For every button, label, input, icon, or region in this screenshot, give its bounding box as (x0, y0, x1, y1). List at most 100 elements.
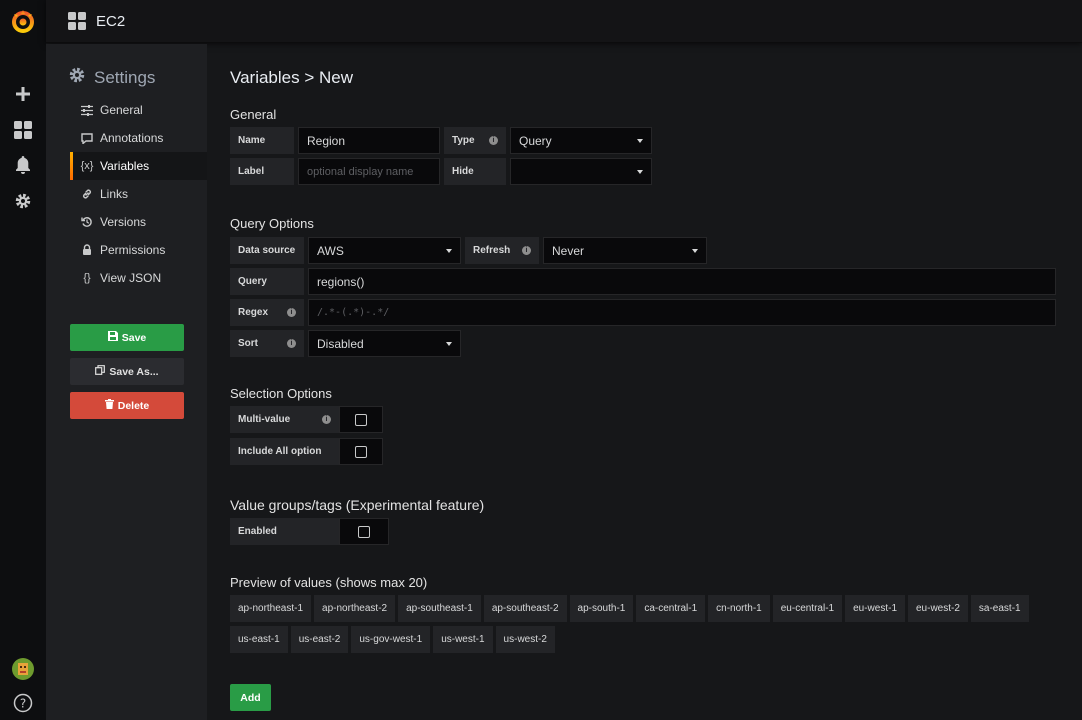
dashboards-grid-icon[interactable] (0, 118, 46, 142)
selection-options-heading: Selection Options (230, 386, 332, 401)
preview-value: eu-west-2 (908, 595, 968, 622)
trash-icon (104, 399, 114, 412)
name-input[interactable]: Region (298, 127, 440, 154)
label-hide-row: Label optional display name Hide (230, 158, 652, 185)
name-label: Name (230, 127, 294, 154)
type-label-text: Type (452, 135, 475, 146)
gear-icon (68, 66, 86, 89)
copy-icon (95, 365, 106, 378)
info-icon[interactable]: i (287, 339, 296, 348)
query-input[interactable]: regions() (308, 268, 1056, 295)
delete-label: Delete (117, 399, 150, 412)
sidebar-item-label: Annotations (100, 131, 164, 145)
save-button[interactable]: Save (70, 324, 184, 351)
hide-label: Hide (444, 158, 506, 185)
grafana-logo-icon[interactable] (0, 6, 46, 36)
sort-value: Disabled (317, 336, 364, 351)
regex-label-text: Regex (238, 307, 269, 318)
regex-input[interactable]: /.*-(.*)-.*/ (308, 299, 1056, 326)
sort-label-text: Sort (238, 338, 258, 349)
preview-value: us-west-2 (495, 626, 555, 653)
regex-label: Regex i (230, 299, 304, 326)
help-icon[interactable]: ? (0, 691, 46, 715)
sidebar-item-annotations[interactable]: Annotations (70, 124, 207, 152)
floppy-disk-icon (107, 331, 118, 344)
query-label: Query (230, 268, 304, 295)
multi-value-label: Multi-value i (230, 406, 339, 433)
json-icon: {} (83, 272, 91, 284)
preview-values-row-2: us-east-1 us-east-2 us-gov-west-1 us-wes… (230, 626, 555, 653)
bell-icon[interactable] (0, 153, 46, 177)
preview-value: us-east-1 (230, 626, 288, 653)
include-all-label: Include All option (230, 438, 339, 465)
svg-text:?: ? (20, 697, 26, 711)
regex-row: Regex i /.*-(.*)-.*/ (230, 299, 1056, 326)
save-as-button[interactable]: Save As... (70, 358, 184, 385)
hide-select[interactable] (510, 158, 652, 185)
caret-down-icon (637, 138, 643, 143)
preview-value: eu-central-1 (772, 595, 843, 622)
comment-icon (80, 132, 94, 144)
sidebar-item-label: View JSON (100, 271, 162, 285)
info-icon[interactable]: i (322, 415, 331, 424)
preview-value: us-gov-west-1 (351, 626, 431, 653)
refresh-select[interactable]: Never (543, 237, 707, 264)
type-select[interactable]: Query (510, 127, 652, 154)
info-icon[interactable]: i (287, 308, 296, 317)
datasource-value: AWS (317, 243, 344, 258)
history-icon (80, 216, 94, 228)
refresh-label-text: Refresh (473, 245, 511, 256)
caret-down-icon (692, 248, 698, 253)
multi-value-checkbox[interactable] (339, 406, 383, 433)
query-options-heading: Query Options (230, 216, 314, 231)
plus-icon[interactable] (0, 82, 46, 106)
settings-sidebar: Settings General Annotations {x} Variabl… (46, 44, 207, 720)
avatar-icon[interactable] (0, 657, 46, 681)
query-label-text: Query (238, 276, 267, 287)
variable-icon: {x} (80, 160, 94, 172)
name-label-text: Name (238, 135, 266, 146)
sidebar-item-label: Links (100, 187, 129, 201)
sidebar-item-variables[interactable]: {x} Variables (70, 152, 207, 180)
settings-nav: General Annotations {x} Variables Links … (70, 96, 207, 292)
preview-value: us-east-2 (290, 626, 349, 653)
enabled-label: Enabled (230, 518, 339, 545)
sort-label: Sort i (230, 330, 304, 357)
enabled-label-text: Enabled (238, 526, 277, 537)
include-all-row: Include All option (230, 438, 383, 465)
settings-heading: Settings (68, 66, 155, 89)
dashboard-title[interactable]: EC2 (96, 13, 125, 30)
sidebar-item-links[interactable]: Links (70, 180, 207, 208)
enabled-checkbox[interactable] (339, 518, 389, 545)
enabled-row: Enabled (230, 518, 389, 545)
caret-down-icon (637, 169, 643, 174)
label-input[interactable]: optional display name (298, 158, 440, 185)
preview-value: cn-north-1 (708, 595, 770, 622)
multi-value-row: Multi-value i (230, 406, 383, 433)
type-value: Query (519, 133, 552, 148)
sort-select[interactable]: Disabled (308, 330, 461, 357)
info-icon[interactable]: i (522, 246, 531, 255)
page-title: Variables > New (230, 68, 353, 87)
datasource-refresh-row: Data source AWS Refresh i Never (230, 237, 707, 264)
caret-down-icon (446, 248, 452, 253)
save-as-label: Save As... (109, 365, 159, 378)
sidebar-item-label: Versions (100, 215, 147, 229)
sidebar-item-general[interactable]: General (70, 96, 207, 124)
sidebar-item-view-json[interactable]: {} View JSON (70, 264, 207, 292)
delete-button[interactable]: Delete (70, 392, 184, 419)
preview-value: ap-northeast-2 (314, 595, 396, 622)
refresh-value: Never (552, 243, 585, 258)
top-navbar: EC2 (46, 0, 1082, 43)
include-all-checkbox[interactable] (339, 438, 383, 465)
link-icon (80, 188, 94, 200)
sidebar-item-versions[interactable]: Versions (70, 208, 207, 236)
lock-icon (80, 244, 94, 256)
gear-icon[interactable] (0, 189, 46, 213)
add-button[interactable]: Add (230, 684, 271, 711)
preview-value: sa-east-1 (970, 595, 1029, 622)
sidebar-item-permissions[interactable]: Permissions (70, 236, 207, 264)
info-icon[interactable]: i (489, 136, 498, 145)
preview-value: us-west-1 (433, 626, 493, 653)
datasource-select[interactable]: AWS (308, 237, 461, 264)
